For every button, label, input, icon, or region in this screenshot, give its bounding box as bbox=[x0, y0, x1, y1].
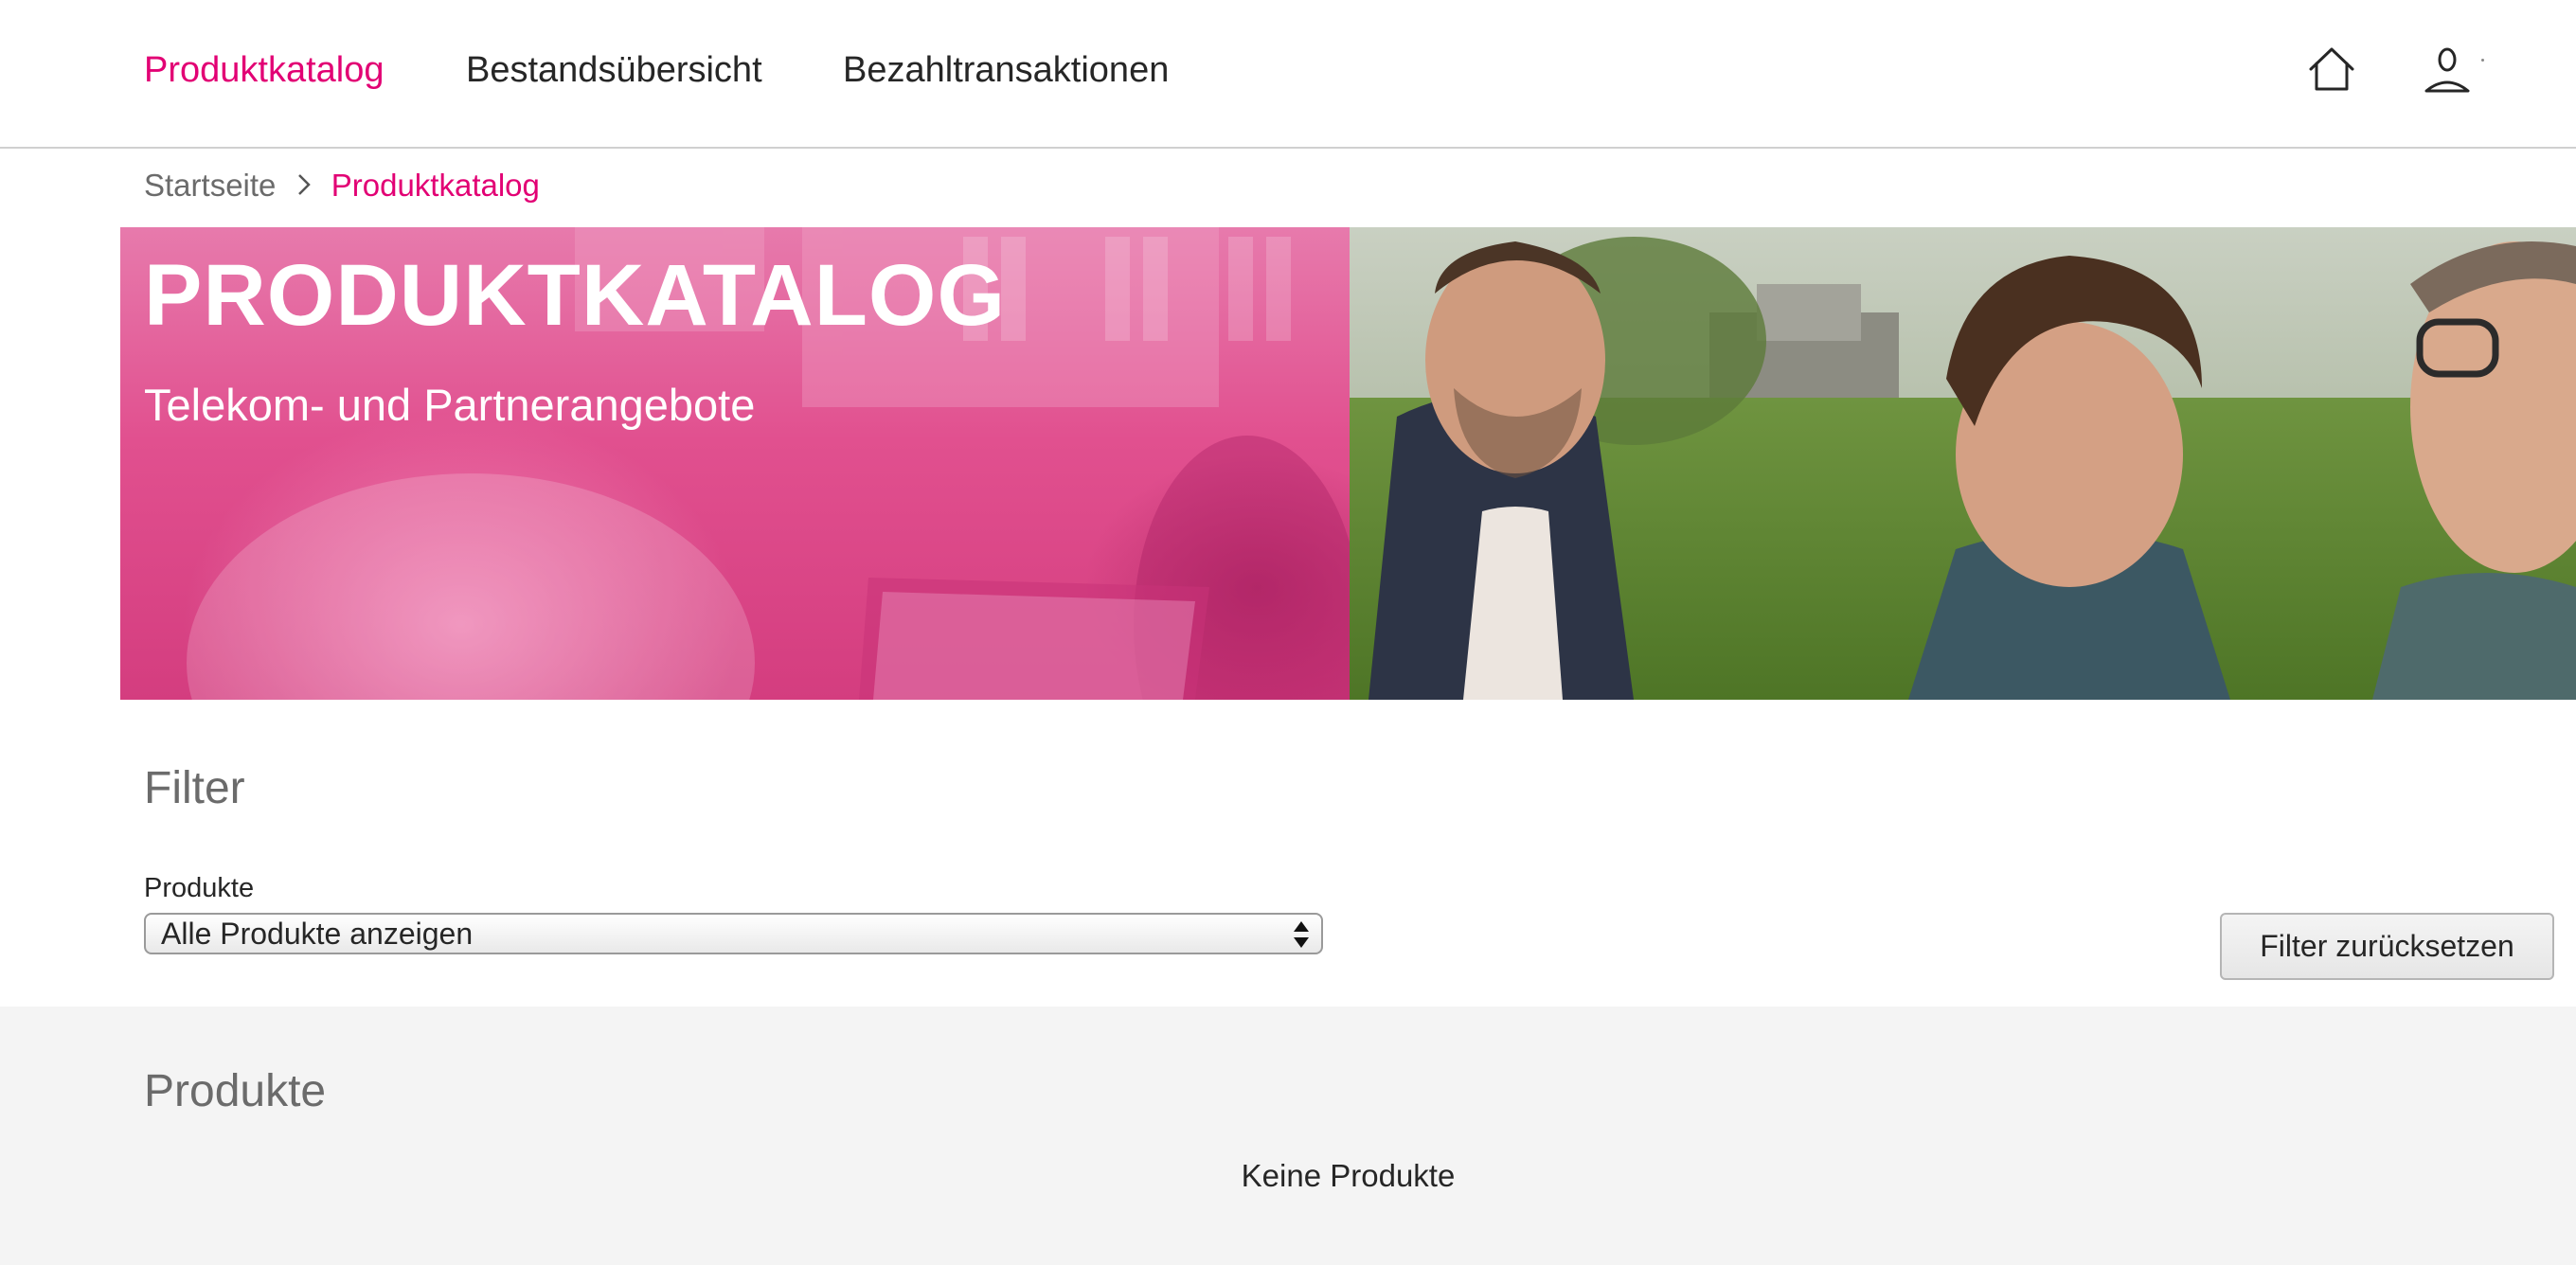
filter-heading: Filter bbox=[144, 763, 245, 813]
hero-pink-overlay: PRODUKTKATALOG Telekom- und Partnerangeb… bbox=[120, 227, 1350, 700]
hero-photo bbox=[1350, 227, 2576, 700]
nav-item-produktkatalog[interactable]: Produktkatalog bbox=[144, 45, 385, 95]
hero-subtitle: Telekom- und Partnerangebote bbox=[144, 380, 756, 430]
top-navigation: Produktkatalog Bestandsübersicht Bezahlt… bbox=[0, 0, 2576, 149]
breadcrumb-current: Produktkatalog bbox=[331, 168, 540, 203]
home-icon[interactable] bbox=[2303, 42, 2360, 98]
chevron-right-icon bbox=[285, 163, 323, 212]
empty-products-message: Keine Produkte bbox=[1241, 1158, 1456, 1193]
user-icon[interactable] bbox=[2419, 42, 2476, 98]
hero-title: PRODUKTKATALOG bbox=[144, 247, 1007, 344]
products-select-label: Produkte bbox=[144, 873, 255, 903]
hero-banner: PRODUKTKATALOG Telekom- und Partnerangeb… bbox=[120, 227, 2576, 700]
nav-item-bestandsuebersicht[interactable]: Bestandsübersicht bbox=[466, 45, 762, 95]
breadcrumb: Startseite Produktkatalog bbox=[144, 161, 540, 210]
notification-dot bbox=[2481, 59, 2484, 62]
products-section: Produkte Keine Produkte bbox=[0, 1007, 2576, 1265]
select-arrows-icon bbox=[1291, 919, 1312, 950]
breadcrumb-home-link[interactable]: Startseite bbox=[144, 168, 276, 203]
products-heading: Produkte bbox=[144, 1066, 327, 1116]
products-select-value: Alle Produkte anzeigen bbox=[161, 917, 474, 951]
nav-item-bezahltransaktionen[interactable]: Bezahltransaktionen bbox=[843, 45, 1169, 95]
products-select[interactable]: Alle Produkte anzeigen bbox=[144, 913, 1323, 954]
reset-filter-button[interactable]: Filter zurücksetzen bbox=[2220, 913, 2554, 980]
